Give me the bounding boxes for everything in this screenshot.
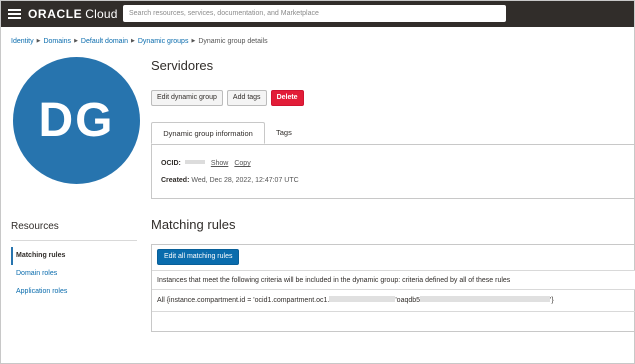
top-navigation-bar: ORACLE Cloud Search resources, services, … <box>1 1 634 27</box>
breadcrumb-dynamic-groups[interactable]: Dynamic groups <box>138 38 189 45</box>
avatar-initials: DG <box>38 94 115 147</box>
rules-description: Instances that meet the following criter… <box>152 270 635 290</box>
edit-all-matching-rules-button[interactable]: Edit all matching rules <box>157 249 240 265</box>
tab-tags[interactable]: Tags <box>276 122 292 144</box>
rule-suffix: '} <box>550 297 554 304</box>
ocid-label: OCID: <box>161 160 181 167</box>
ocid-redacted-value <box>184 160 205 164</box>
tab-dynamic-group-information[interactable]: Dynamic group information <box>151 122 265 144</box>
breadcrumb-identity[interactable]: Identity <box>11 38 34 45</box>
chevron-right-icon: ▶ <box>191 38 196 44</box>
add-tags-button[interactable]: Add tags <box>226 90 267 106</box>
copy-ocid-link[interactable]: Copy <box>234 160 250 167</box>
chevron-right-icon: ▶ <box>131 38 135 44</box>
search-input[interactable]: Search resources, services, documentatio… <box>123 5 506 22</box>
rule-prefix: All {instance.compartment.id = 'ocid1.co… <box>157 297 330 304</box>
resources-nav: Matching rules Domain roles Application … <box>11 247 67 301</box>
avatar: DG <box>13 57 140 184</box>
page-title: Servidores <box>151 58 214 73</box>
breadcrumb-domains[interactable]: Domains <box>43 38 71 45</box>
created-row: Created: Wed, Dec 28, 2022, 12:47:07 UTC <box>161 177 299 184</box>
resource-item-application-roles[interactable]: Application roles <box>11 283 67 301</box>
chevron-right-icon: ▶ <box>36 38 41 44</box>
created-label: Created: <box>161 177 190 184</box>
resource-item-domain-roles[interactable]: Domain roles <box>11 265 67 283</box>
breadcrumb: Identity ▶ Domains ▶ Default domain ▶ Dynamic … <box>11 38 268 45</box>
action-bar: Edit dynamic group Add tags Delete <box>151 90 304 106</box>
oracle-cloud-logo[interactable]: ORACLE Cloud <box>28 7 118 21</box>
resources-title: Resources <box>11 221 59 232</box>
rule-middle: 'oaqdb5 <box>395 297 421 304</box>
breadcrumb-default-domain[interactable]: Default domain <box>81 38 128 45</box>
logo-brand: ORACLE <box>28 7 83 21</box>
logo-product: Cloud <box>85 7 118 21</box>
edit-dynamic-group-button[interactable]: Edit dynamic group <box>151 90 223 106</box>
resources-divider <box>11 240 137 241</box>
ocid-row: OCID: Show Copy <box>161 160 251 167</box>
delete-button[interactable]: Delete <box>270 90 304 106</box>
hamburger-menu-icon[interactable] <box>8 9 21 19</box>
resource-item-matching-rules[interactable]: Matching rules <box>11 247 67 265</box>
rule-redacted-segment <box>420 296 551 302</box>
created-value: Wed, Dec 28, 2022, 12:47:07 UTC <box>191 177 299 184</box>
group-info-panel: OCID: Show Copy Created: Wed, Dec 28, 2022,… <box>151 145 635 199</box>
detail-tabs: Dynamic group information Tags <box>151 122 635 145</box>
matching-rules-title: Matching rules <box>151 217 236 232</box>
breadcrumb-current: Dynamic group details <box>198 38 268 45</box>
show-ocid-link[interactable]: Show <box>211 160 229 167</box>
rule-redacted-segment <box>329 296 396 302</box>
matching-rules-panel: Edit all matching rules Instances that m… <box>151 244 635 332</box>
chevron-right-icon: ▶ <box>74 38 78 44</box>
matching-rule-row: All {instance.compartment.id = 'ocid1.co… <box>152 290 635 312</box>
